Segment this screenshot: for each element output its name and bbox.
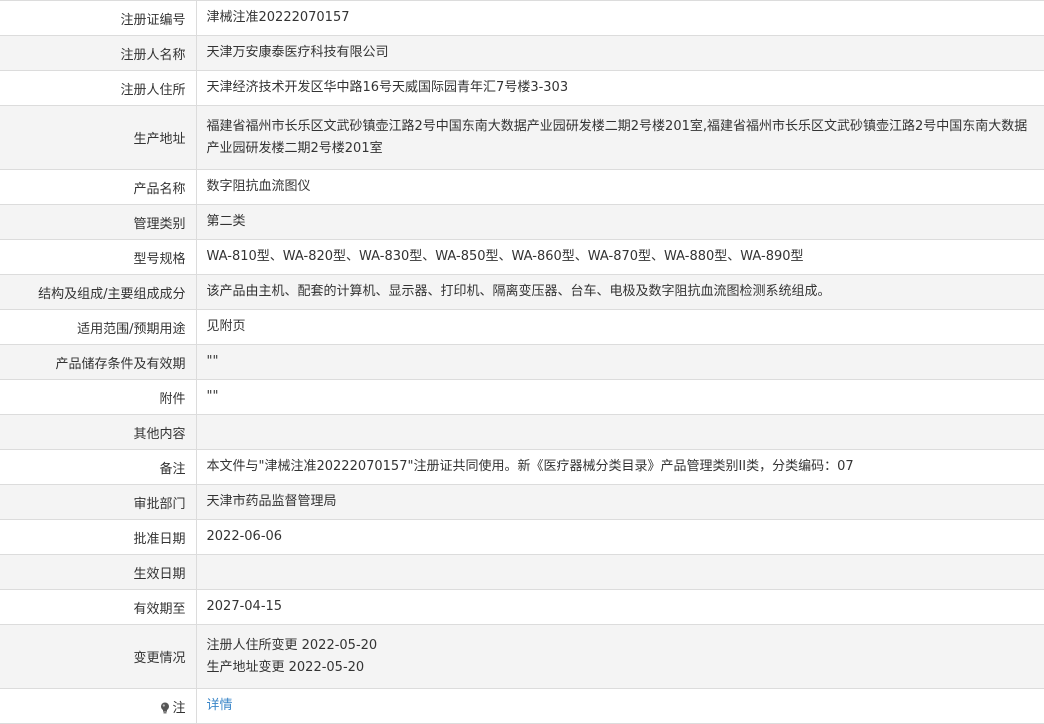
- field-label: 其他内容: [0, 414, 197, 450]
- row-management-category: 管理类别 第二类: [0, 204, 1044, 240]
- field-value: 本文件与"津械注准20222070157"注册证共同使用。新《医疗器械分类目录》…: [196, 449, 1044, 485]
- field-label: 批准日期: [0, 519, 197, 555]
- field-value: "": [196, 344, 1044, 380]
- row-approval-department: 审批部门 天津市药品监督管理局: [0, 484, 1044, 520]
- field-value: 见附页: [196, 309, 1044, 345]
- field-value: 注册人住所变更 2022-05-20 生产地址变更 2022-05-20: [196, 624, 1044, 689]
- field-label: 附件: [0, 379, 197, 415]
- field-value: "": [196, 379, 1044, 415]
- field-label: 产品名称: [0, 169, 197, 205]
- row-registrant-address: 注册人住所 天津经济技术开发区华中路16号天威国际园青年汇7号楼3-303: [0, 70, 1044, 106]
- field-label: 生产地址: [0, 105, 197, 170]
- field-value: 2022-06-06: [196, 519, 1044, 555]
- field-value: 天津经济技术开发区华中路16号天威国际园青年汇7号楼3-303: [196, 70, 1044, 106]
- field-value: 津械注准20222070157: [196, 0, 1044, 36]
- field-value: 福建省福州市长乐区文武砂镇壶江路2号中国东南大数据产业园研发楼二期2号楼201室…: [196, 105, 1044, 170]
- field-value: [196, 554, 1044, 590]
- change-entry: 注册人住所变更 2022-05-20: [206, 637, 378, 653]
- note-label: 注: [172, 700, 186, 716]
- field-label: 产品储存条件及有效期: [0, 344, 197, 380]
- row-approval-date: 批准日期 2022-06-06: [0, 519, 1044, 555]
- field-value: 详情: [196, 688, 1044, 724]
- field-label: 注册人住所: [0, 70, 197, 106]
- row-change-history: 变更情况 注册人住所变更 2022-05-20 生产地址变更 2022-05-2…: [0, 624, 1044, 689]
- field-value: 天津市药品监督管理局: [196, 484, 1044, 520]
- field-label: 管理类别: [0, 204, 197, 240]
- row-model-spec: 型号规格 WA-810型、WA-820型、WA-830型、WA-850型、WA-…: [0, 239, 1044, 275]
- field-value: [196, 414, 1044, 450]
- row-remarks: 备注 本文件与"津械注准20222070157"注册证共同使用。新《医疗器械分类…: [0, 449, 1044, 485]
- row-production-address: 生产地址 福建省福州市长乐区文武砂镇壶江路2号中国东南大数据产业园研发楼二期2号…: [0, 105, 1044, 170]
- field-label: 有效期至: [0, 589, 197, 625]
- field-label: 审批部门: [0, 484, 197, 520]
- row-product-name: 产品名称 数字阻抗血流图仪: [0, 169, 1044, 205]
- registration-detail-table: 注册证编号 津械注准20222070157 注册人名称 天津万安康泰医疗科技有限…: [0, 0, 1044, 724]
- field-label: 型号规格: [0, 239, 197, 275]
- field-label: 备注: [0, 449, 197, 485]
- field-value: 2027-04-15: [196, 589, 1044, 625]
- field-value: 该产品由主机、配套的计算机、显示器、打印机、隔离变压器、台车、电极及数字阻抗血流…: [196, 274, 1044, 310]
- row-storage-validity: 产品储存条件及有效期 "": [0, 344, 1044, 380]
- row-registration-number: 注册证编号 津械注准20222070157: [0, 0, 1044, 36]
- field-value: 数字阻抗血流图仪: [196, 169, 1044, 205]
- field-label: 变更情况: [0, 624, 197, 689]
- row-intended-use: 适用范围/预期用途 见附页: [0, 309, 1044, 345]
- row-effective-date: 生效日期: [0, 554, 1044, 590]
- field-label: 注: [0, 688, 197, 724]
- field-label: 结构及组成/主要组成成分: [0, 274, 197, 310]
- row-note: 注 详情: [0, 688, 1044, 724]
- field-label: 注册证编号: [0, 0, 197, 36]
- field-value: 第二类: [196, 204, 1044, 240]
- field-value: WA-810型、WA-820型、WA-830型、WA-850型、WA-860型、…: [196, 239, 1044, 275]
- row-other-content: 其他内容: [0, 414, 1044, 450]
- field-value: 天津万安康泰医疗科技有限公司: [196, 35, 1044, 71]
- row-registrant-name: 注册人名称 天津万安康泰医疗科技有限公司: [0, 35, 1044, 71]
- field-label: 适用范围/预期用途: [0, 309, 197, 345]
- row-structure-composition: 结构及组成/主要组成成分 该产品由主机、配套的计算机、显示器、打印机、隔离变压器…: [0, 274, 1044, 310]
- field-label: 注册人名称: [0, 35, 197, 71]
- row-attachment: 附件 "": [0, 379, 1044, 415]
- lightbulb-icon: [161, 702, 170, 713]
- row-valid-until: 有效期至 2027-04-15: [0, 589, 1044, 625]
- details-link[interactable]: 详情: [207, 698, 233, 713]
- field-label: 生效日期: [0, 554, 197, 590]
- change-entry: 生产地址变更 2022-05-20: [206, 659, 365, 675]
